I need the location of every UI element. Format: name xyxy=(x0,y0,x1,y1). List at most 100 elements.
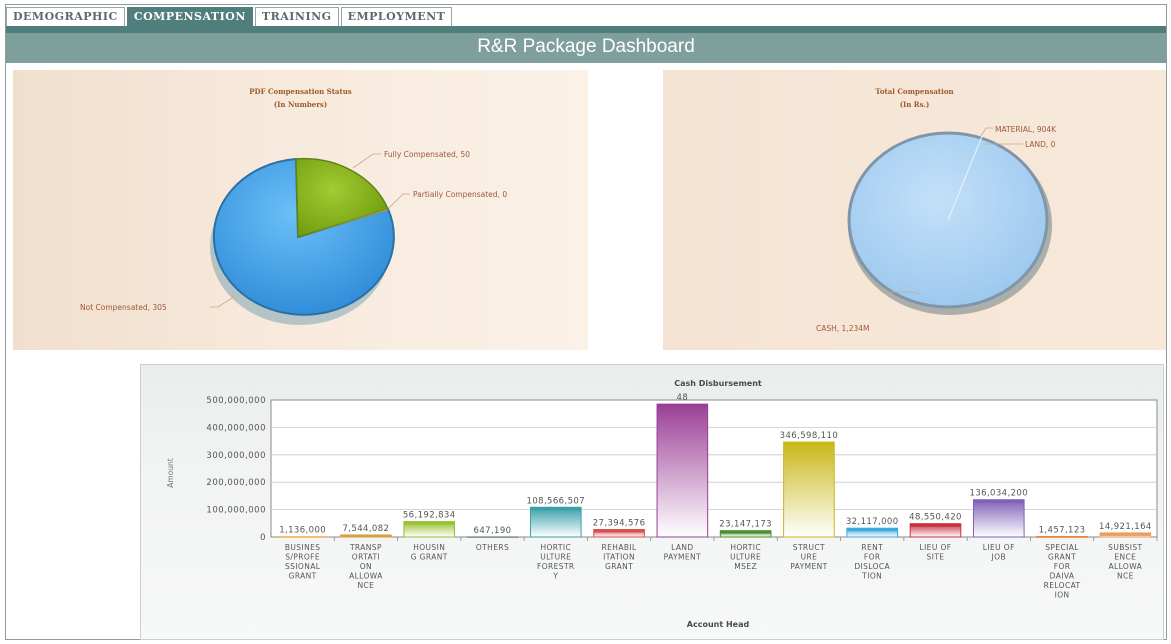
bar-value-label: 23,147,173 xyxy=(719,520,772,530)
y-tick-label: 500,000,000 xyxy=(206,396,266,406)
x-tick-label: Y xyxy=(552,572,558,581)
y-tick-label: 100,000,000 xyxy=(206,506,266,516)
x-tick-label: REHABIL xyxy=(602,543,637,552)
pdf-status-pie: Fully Compensated, 50 Partially Compensa… xyxy=(80,150,507,325)
tab-employment[interactable]: EMPLOYMENT xyxy=(340,7,453,27)
tab-training[interactable]: TRAINING xyxy=(254,7,339,27)
leader-partially xyxy=(388,193,410,209)
chart-title: Cash Disbursement xyxy=(674,379,762,388)
label-partially-compensated: Partially Compensated, 0 xyxy=(413,190,507,199)
x-tick-label: NCE xyxy=(358,581,375,590)
bar-value-label: 647,190 xyxy=(474,526,512,536)
bar-value-label: 32,117,000 xyxy=(846,517,899,527)
x-tick-label: ULTURE xyxy=(540,553,571,562)
x-tick-label: RENT xyxy=(861,543,883,552)
bar-cap xyxy=(846,528,898,532)
x-tick-label: ALLOWA xyxy=(1109,562,1143,571)
label-fully-compensated: Fully Compensated, 50 xyxy=(384,150,470,159)
y-tick-label: 0 xyxy=(260,533,266,543)
x-tick-label: DAIVA xyxy=(1050,572,1075,581)
pdf-status-panel: PDF Compensation Status (In Numbers) Ful… xyxy=(13,70,588,350)
x-tick-label: URE xyxy=(801,553,818,562)
y-tick-label: 400,000,000 xyxy=(206,423,266,433)
x-tick-label: FORESTR xyxy=(537,562,575,571)
bar-cap xyxy=(530,507,582,511)
bar-value-label: 56,192,834 xyxy=(403,511,456,521)
x-tick-label: LIEU OF xyxy=(919,543,951,552)
y-axis-title: Amount xyxy=(166,458,175,488)
x-tick-label: NCE xyxy=(1117,572,1134,581)
x-tick-label: SPECIAL xyxy=(1045,543,1079,552)
x-tick-label: S/PROFE xyxy=(285,553,320,562)
y-tick-label: 200,000,000 xyxy=(206,478,266,488)
bar-value-label: 108,566,507 xyxy=(527,496,585,506)
cash-disbursement-chart: Cash Disbursement Account Head Amount 0 1… xyxy=(140,364,1164,640)
bar xyxy=(529,506,582,538)
leader-not xyxy=(210,295,236,308)
total-comp-pie: MATERIAL, 904K LAND, 0 CASH, 1,234M xyxy=(816,125,1057,333)
bar xyxy=(656,403,709,538)
x-tick-label: ENCE xyxy=(1114,553,1136,562)
bar-value-label: 346,598,110 xyxy=(780,431,838,441)
y-tick-label: 300,000,000 xyxy=(206,451,266,461)
label-material: MATERIAL, 904K xyxy=(995,125,1057,134)
tab-bar: DEMOGRAPHIC COMPENSATION TRAINING EMPLOY… xyxy=(6,7,453,27)
x-tick-label: ION xyxy=(1055,591,1070,600)
x-axis-title: Account Head xyxy=(687,620,750,629)
x-tick-label: JOB xyxy=(991,553,1006,562)
bar-cap xyxy=(783,442,835,446)
x-tick-label: GRANT xyxy=(289,572,317,581)
x-tick-label: ITATION xyxy=(603,553,635,562)
x-tick-label: ON xyxy=(360,562,372,571)
bar-cap xyxy=(1036,536,1088,538)
bar xyxy=(783,441,835,538)
x-tick-label: PAYMENT xyxy=(664,553,701,562)
label-cash: CASH, 1,234M xyxy=(816,324,869,333)
bar-value-label: 14,921,164 xyxy=(1099,522,1152,532)
total-comp-panel: Total Compensation (In Rs.) MATERIAL, 90… xyxy=(663,70,1166,350)
x-tick-label: BUSINES xyxy=(285,543,321,552)
x-tick-label: STRUCT xyxy=(793,543,825,552)
bar-cap xyxy=(467,536,518,538)
x-tick-label: ALLOWA xyxy=(349,572,383,581)
x-tick-label: SSIONAL xyxy=(285,562,321,571)
tab-compensation[interactable]: COMPENSATION xyxy=(126,7,253,27)
x-tick-label: HORTIC xyxy=(730,543,761,552)
tab-demographic[interactable]: DEMOGRAPHIC xyxy=(6,7,125,27)
x-tick-label: GRANT xyxy=(1048,553,1076,562)
x-tick-label: LIEU OF xyxy=(983,543,1015,552)
x-tick-label: TION xyxy=(861,572,882,581)
x-tick-label: DISLOCA xyxy=(854,562,890,571)
bar-cap xyxy=(973,499,1025,503)
bar xyxy=(972,499,1025,538)
bar-cap xyxy=(340,534,392,537)
bar-value-label: 27,394,576 xyxy=(593,518,646,528)
bar-cap xyxy=(277,536,328,538)
x-tick-label: ULTURE xyxy=(730,553,761,562)
bar-cap xyxy=(403,521,455,525)
bar-value-label: 1,136,000 xyxy=(279,526,326,536)
x-tick-label: PAYMENT xyxy=(790,562,827,571)
x-tick-label: HORTIC xyxy=(540,543,571,552)
bar-cap xyxy=(1100,532,1151,536)
bar-value-label: 48,550,420 xyxy=(909,513,962,523)
bar-value-label: 7,544,082 xyxy=(342,524,389,534)
bar-value-label: 1,457,123 xyxy=(1039,526,1086,536)
x-tick-label: SUBSIST xyxy=(1108,543,1142,552)
x-tick-label: RELOCAT xyxy=(1044,581,1081,590)
x-tick-label: GRANT xyxy=(605,562,633,571)
dashboard-title: R&R Package Dashboard xyxy=(6,33,1166,63)
leader-fully xyxy=(352,153,381,169)
x-tick-label: LAND xyxy=(671,543,693,552)
x-tick-label: FOR xyxy=(864,553,881,562)
label-land: LAND, 0 xyxy=(1025,140,1056,149)
bar-cap xyxy=(593,529,645,533)
label-not-compensated: Not Compensated, 305 xyxy=(80,303,167,312)
bar-chart-svg: Cash Disbursement Account Head Amount 0 1… xyxy=(166,379,1158,629)
x-tick-label: FOR xyxy=(1054,562,1071,571)
x-tick-label: G GRANT xyxy=(411,553,448,562)
bar-value-label: 48 xyxy=(677,393,689,403)
bar-value-label: 136,034,200 xyxy=(970,489,1028,499)
x-tick-label: OTHERS xyxy=(476,543,509,552)
x-tick-label: HOUSIN xyxy=(413,543,445,552)
